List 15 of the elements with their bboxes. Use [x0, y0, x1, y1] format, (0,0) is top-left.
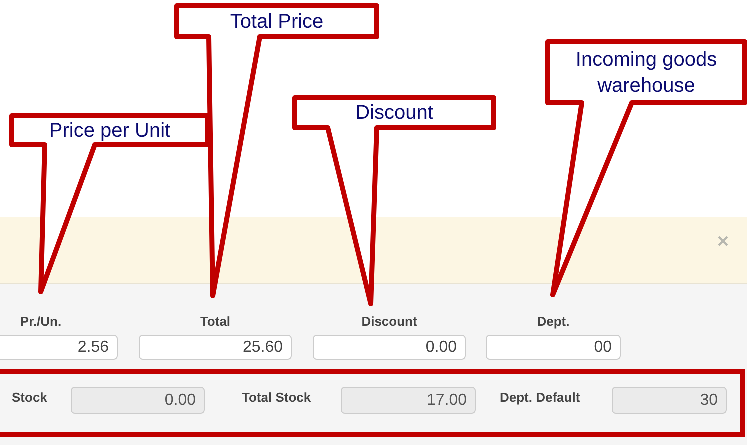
field-label: Total Stock — [242, 390, 312, 405]
field-label: Stock — [12, 390, 48, 405]
callout-text: Total Price — [230, 10, 324, 34]
input-field[interactable]: 25.60 — [139, 335, 292, 360]
field-label: Discount — [362, 314, 418, 329]
input-field[interactable]: 00 — [486, 335, 621, 360]
callout-text: Price per Unit — [49, 118, 171, 144]
callout-text: Incoming goods warehouse — [574, 48, 718, 98]
field-label: Dept. Default — [500, 390, 580, 405]
input-field[interactable]: 0.00 — [313, 335, 466, 360]
field-label: Pr./Un. — [20, 314, 62, 329]
field-label: Dept. — [537, 314, 570, 329]
callout-text: Discount — [356, 101, 434, 126]
input-field[interactable]: 2.56 — [0, 335, 118, 360]
field-label: Total — [200, 314, 231, 329]
